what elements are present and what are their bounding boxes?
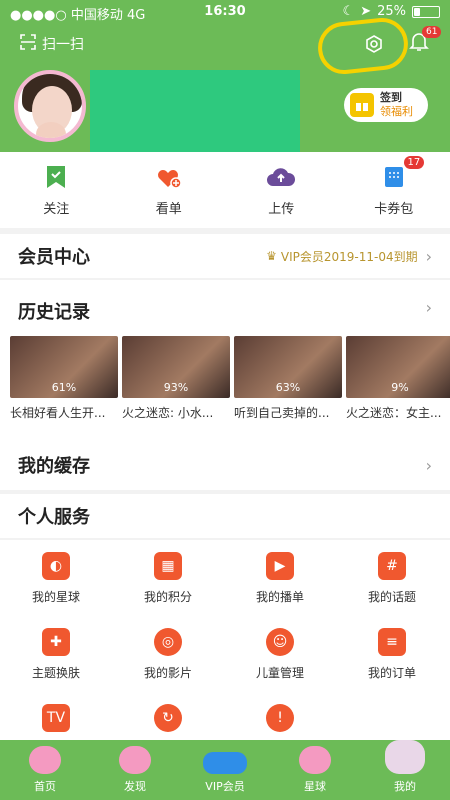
basket-icon: ▦: [154, 552, 182, 580]
vip-expiry-text: VIP会员2019-11-04到期: [280, 249, 418, 264]
settings-button[interactable]: [356, 28, 392, 64]
bell-icon: [408, 33, 430, 56]
history-item[interactable]: 61% 长相好看人生开...: [10, 336, 118, 421]
quick-coupon[interactable]: 17 卡券包: [338, 152, 450, 228]
watch-progress: 61%: [51, 381, 77, 394]
service-points[interactable]: ▦ 我的积分: [112, 552, 224, 605]
battery-percent: 25%: [377, 4, 406, 19]
vip-center-row[interactable]: 会员中心 ♛ VIP会员2019-11-04到期 ›: [0, 234, 450, 278]
video-caption: 听到自己卖掉的...: [234, 406, 330, 420]
chevron-right-icon: ›: [425, 455, 432, 475]
video-thumbnail: 61%: [10, 336, 118, 398]
vip-expiry: ♛ VIP会员2019-11-04到期: [266, 248, 418, 265]
services-grid: ◐ 我的星球 ▦ 我的积分 ▶ 我的播单 # 我的话题 ✚ 主题换肤 ◎ 我的影…: [0, 540, 450, 740]
battery-icon: [412, 5, 440, 18]
history-item[interactable]: 93% 火之迷恋: 小水...: [122, 336, 230, 421]
service-kids[interactable]: ☺ 儿童管理: [224, 628, 336, 681]
service-films[interactable]: ◎ 我的影片: [112, 628, 224, 681]
cache-row[interactable]: 我的缓存 ›: [0, 440, 450, 490]
peppa-logo-icon: [203, 752, 247, 774]
chevron-right-icon: ›: [425, 246, 432, 266]
service-planet[interactable]: ◐ 我的星球: [0, 552, 112, 605]
service-alert[interactable]: !: [224, 704, 336, 732]
video-thumbnail: 63%: [234, 336, 342, 398]
signin-title: 签到: [380, 91, 402, 104]
scan-button[interactable]: 扫一扫: [20, 34, 84, 54]
quick-follow[interactable]: 关注: [0, 152, 113, 228]
peppa-icon: [299, 746, 331, 774]
service-tv[interactable]: TV: [0, 704, 112, 732]
bottom-tab-bar: 首页 发现 VIP会员 星球 我的: [0, 740, 450, 800]
profile-header: ●●●●○ 中国移动 4G 16:30 ☾ ➤ 25% 扫一扫 61 签到 领福…: [0, 0, 450, 156]
quick-follow-label: 关注: [43, 201, 70, 217]
services-title: 个人服务: [18, 507, 90, 528]
coupon-icon: [380, 164, 408, 190]
hashtag-icon: #: [378, 552, 406, 580]
signin-sub: 领福利: [380, 105, 413, 118]
service-topic[interactable]: # 我的话题: [336, 552, 448, 605]
chevron-right-icon[interactable]: ›: [426, 298, 432, 317]
scan-label: 扫一扫: [42, 37, 84, 53]
service-playlist[interactable]: ▶ 我的播单: [224, 552, 336, 605]
tab-vip[interactable]: VIP会员: [180, 740, 270, 800]
location-icon: ➤: [360, 4, 372, 19]
watch-progress: 9%: [391, 381, 409, 394]
signin-button[interactable]: 签到 领福利: [344, 88, 428, 122]
notification-badge: 61: [422, 26, 442, 38]
coupon-badge: 17: [403, 156, 425, 169]
quick-upload[interactable]: 上传: [225, 152, 338, 228]
tab-planet[interactable]: 星球: [270, 740, 360, 800]
planet-icon: ◐: [42, 552, 70, 580]
quick-watchlist-label: 看单: [155, 201, 182, 217]
history-title: 历史记录: [18, 302, 90, 323]
gift-icon: [350, 93, 374, 117]
video-caption: 火之迷恋：女主...: [346, 406, 442, 420]
refresh-icon: ↻: [154, 704, 182, 732]
child-icon: ☺: [266, 628, 294, 656]
watch-progress: 93%: [163, 381, 189, 394]
alert-icon: !: [266, 704, 294, 732]
quick-upload-label: 上传: [268, 201, 295, 217]
video-caption: 火之迷恋: 小水...: [122, 406, 214, 420]
video-caption: 长相好看人生开...: [10, 406, 106, 420]
video-thumbnail: 9%: [346, 336, 450, 398]
services-header: 个人服务: [0, 494, 450, 538]
cache-title: 我的缓存: [18, 456, 90, 477]
avatar[interactable]: [14, 70, 86, 142]
quick-watchlist[interactable]: 看单: [113, 152, 226, 228]
film-reel-icon: ◎: [154, 628, 182, 656]
heart-plus-icon: [155, 164, 183, 190]
moon-icon: ☾: [342, 4, 355, 19]
crown-icon: ♛: [266, 249, 277, 263]
watch-progress: 63%: [275, 381, 301, 394]
upload-cloud-icon: [267, 164, 296, 190]
quick-actions: 关注 看单 上传 17 卡券包: [0, 152, 450, 228]
redacted-username: [90, 70, 300, 156]
service-orders[interactable]: ≡ 我的订单: [336, 628, 448, 681]
video-thumbnail: 93%: [122, 336, 230, 398]
shirt-icon: ✚: [42, 628, 70, 656]
service-theme[interactable]: ✚ 主题换肤: [0, 628, 112, 681]
gear-icon: [364, 34, 384, 58]
peppa-icon: [119, 746, 151, 774]
bookmark-icon: [42, 164, 70, 190]
peppa-grandpa-icon: [385, 740, 425, 774]
status-right: ☾ ➤ 25%: [343, 4, 440, 19]
quick-coupon-label: 卡券包: [374, 201, 414, 217]
playlist-icon: ▶: [266, 552, 294, 580]
vip-center-title: 会员中心: [18, 247, 90, 268]
tab-mine[interactable]: 我的: [360, 740, 450, 800]
history-item[interactable]: 63% 听到自己卖掉的...: [234, 336, 342, 421]
history-item[interactable]: 9% 火之迷恋：女主...: [346, 336, 450, 421]
tv-icon: TV: [42, 704, 70, 732]
tab-discover[interactable]: 发现: [90, 740, 180, 800]
notification-button[interactable]: 61: [408, 26, 442, 56]
tab-home[interactable]: 首页: [0, 740, 90, 800]
history-list: 61% 长相好看人生开... 93% 火之迷恋: 小水... 63% 听到自己卖…: [10, 336, 450, 421]
order-icon: ≡: [378, 628, 406, 656]
service-refresh[interactable]: ↻: [112, 704, 224, 732]
peppa-icon: [29, 746, 61, 774]
scan-icon: [20, 34, 36, 54]
